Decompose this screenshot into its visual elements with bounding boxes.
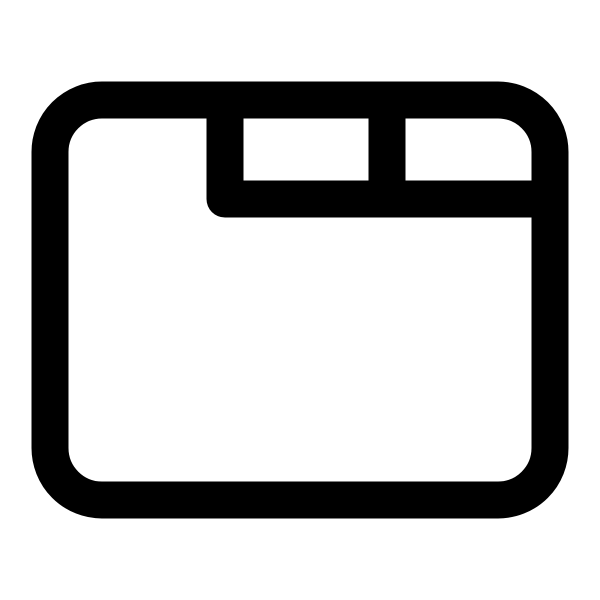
window-frame: [31, 81, 569, 519]
browser-tabs-icon: [31, 81, 569, 519]
icon-canvas: [0, 0, 600, 600]
